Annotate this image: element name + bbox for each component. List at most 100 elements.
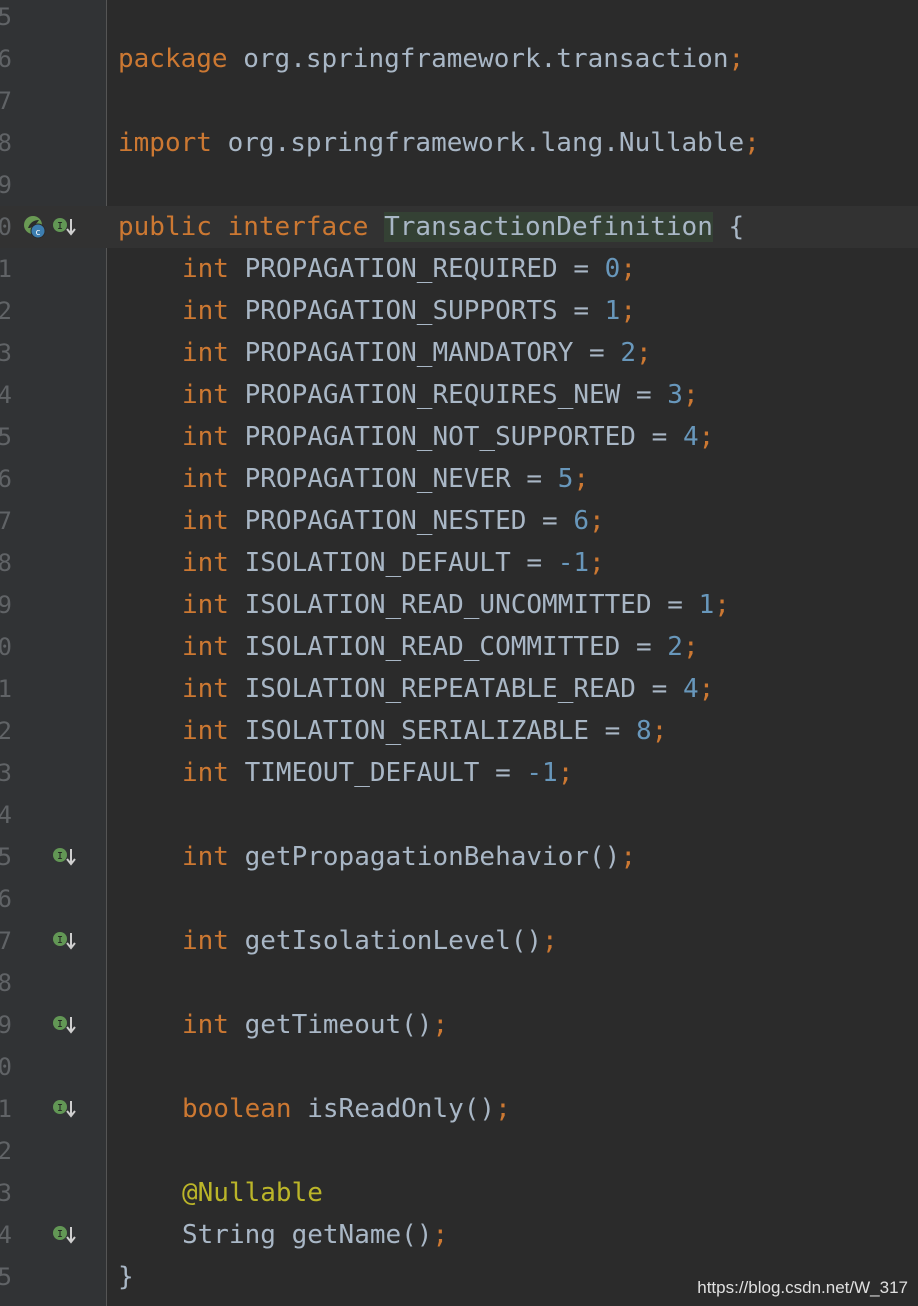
line-number: 9 [0,1011,12,1039]
code-text: @Nullable [118,1172,323,1214]
watermark: https://blog.csdn.net/W_317 [697,1278,908,1297]
line-number: 6 [0,885,12,913]
import-name: org.springframework.lang.Nullable [227,128,745,158]
semicolon: ; [557,758,574,788]
method-signature: getIsolationLevel() [244,926,543,956]
line-number: 4 [0,381,12,409]
code-line: 4 int PROPAGATION_REQUIRES_NEW = 3; [0,374,918,416]
constant-type: int [182,464,229,494]
line-number: 3 [0,1179,12,1207]
line-number: 0 [0,633,12,661]
constant-name: PROPAGATION_REQUIRES_NEW [244,380,621,410]
code-line: 9 Iint getTimeout(); [0,1004,918,1046]
code-text: int PROPAGATION_REQUIRED = 0; [182,254,636,284]
line-number: 5 [0,1263,12,1291]
code-text: public interface TransactionDefinition { [118,206,744,248]
semicolon: ; [682,632,699,662]
annotation-nullable: @Nullable [182,1178,323,1208]
semicolon: ; [589,506,605,536]
constant-name: PROPAGATION_REQUIRED [244,254,558,284]
constant-type: int [182,254,229,284]
constant-value: 1 [604,296,621,326]
method-return-type: int [182,1010,229,1040]
constant-value: 2 [667,632,683,662]
semicolon: ; [744,128,760,158]
constant-type: int [182,632,229,662]
code-text: package org.springframework.transaction; [118,38,744,80]
code-text: int ISOLATION_SERIALIZABLE = 8; [182,716,668,746]
constant-type: int [182,506,229,536]
code-line: 6 int PROPAGATION_NEVER = 5; [0,458,918,500]
code-text: } [118,1256,134,1298]
constant-name: PROPAGATION_SUPPORTS [244,296,558,326]
semicolon: ; [432,1220,449,1250]
code-line: 9 int ISOLATION_READ_UNCOMMITTED = 1; [0,584,918,626]
code-text: String getName(); [118,1214,448,1256]
code-line: 7 Iint getIsolationLevel(); [0,920,918,962]
line-number: 5 [0,423,12,451]
constant-name: ISOLATION_REPEATABLE_READ [244,674,636,704]
constant-value: 5 [557,464,574,494]
line-number: 8 [0,129,12,157]
code-text: int ISOLATION_READ_UNCOMMITTED = 1; [182,590,730,620]
constant-name: PROPAGATION_NOT_SUPPORTED [244,422,636,452]
code-line: 4 [0,794,918,836]
constant-name: TIMEOUT_DEFAULT [244,758,480,788]
code-line: 0 [0,1046,918,1088]
line-number: 7 [0,507,12,535]
line-number: 3 [0,759,12,787]
code-line: 8 int ISOLATION_DEFAULT = -1; [0,542,918,584]
code-text: int PROPAGATION_NOT_SUPPORTED = 4; [182,422,715,452]
implemented-by-icon[interactable]: I [52,1013,78,1037]
keyword-import: import [118,128,212,158]
spring-bean-icon[interactable]: c [22,214,48,240]
implemented-by-icon[interactable]: I [52,1097,78,1121]
code-text: int getPropagationBehavior(); [118,836,636,878]
line-number: 1 [0,255,12,283]
line-number: 9 [0,591,12,619]
keyword-public: public [118,212,212,242]
constant-type: int [182,296,229,326]
constant-name: ISOLATION_READ_COMMITTED [244,632,621,662]
code-line: 6 [0,878,918,920]
semicolon: ; [714,590,730,620]
constant-value: -1 [557,548,590,578]
code-line: 7 int PROPAGATION_NESTED = 6; [0,500,918,542]
code-text: int PROPAGATION_SUPPORTS = 1; [182,296,636,326]
constant-type: int [182,758,229,788]
svg-text:I: I [57,1229,63,1240]
constant-name: ISOLATION_READ_UNCOMMITTED [244,590,652,620]
constant-value: 4 [682,422,699,452]
semicolon: ; [573,464,590,494]
line-number: 4 [0,801,12,829]
code-text: int PROPAGATION_NEVER = 5; [182,464,590,494]
constant-type: int [182,674,229,704]
code-line: 5 Iint getPropagationBehavior(); [0,836,918,878]
code-line: 2 int PROPAGATION_SUPPORTS = 1; [0,290,918,332]
constant-type: int [182,548,229,578]
interface-name: TransactionDefinition [384,212,713,242]
semicolon: ; [432,1010,449,1040]
line-number: 2 [0,297,12,325]
code-line: 8 import org.springframework.lang.Nullabl… [0,122,918,164]
constant-name: ISOLATION_SERIALIZABLE [244,716,589,746]
method-signature: getPropagationBehavior() [244,842,621,872]
code-line: 3 int TIMEOUT_DEFAULT = -1; [0,752,918,794]
code-line: 3 @Nullable [0,1172,918,1214]
implemented-by-icon[interactable]: I [52,845,78,869]
constant-value: 1 [698,590,715,620]
line-number: 5 [0,3,12,31]
method-return-type: int [182,842,229,872]
implemented-by-icon[interactable]: I [52,1223,78,1247]
line-number: 4 [0,1221,12,1249]
semicolon: ; [682,380,699,410]
implemented-by-icon[interactable]: I [52,929,78,953]
implemented-by-icon[interactable]: I [52,215,78,239]
line-number: 1 [0,1095,12,1123]
code-text: int getTimeout(); [118,1004,448,1046]
semicolon: ; [495,1094,511,1124]
svg-text:I: I [57,1103,63,1114]
semicolon: ; [620,254,636,284]
code-line: 3 int PROPAGATION_MANDATORY = 2; [0,332,918,374]
semicolon: ; [651,716,668,746]
